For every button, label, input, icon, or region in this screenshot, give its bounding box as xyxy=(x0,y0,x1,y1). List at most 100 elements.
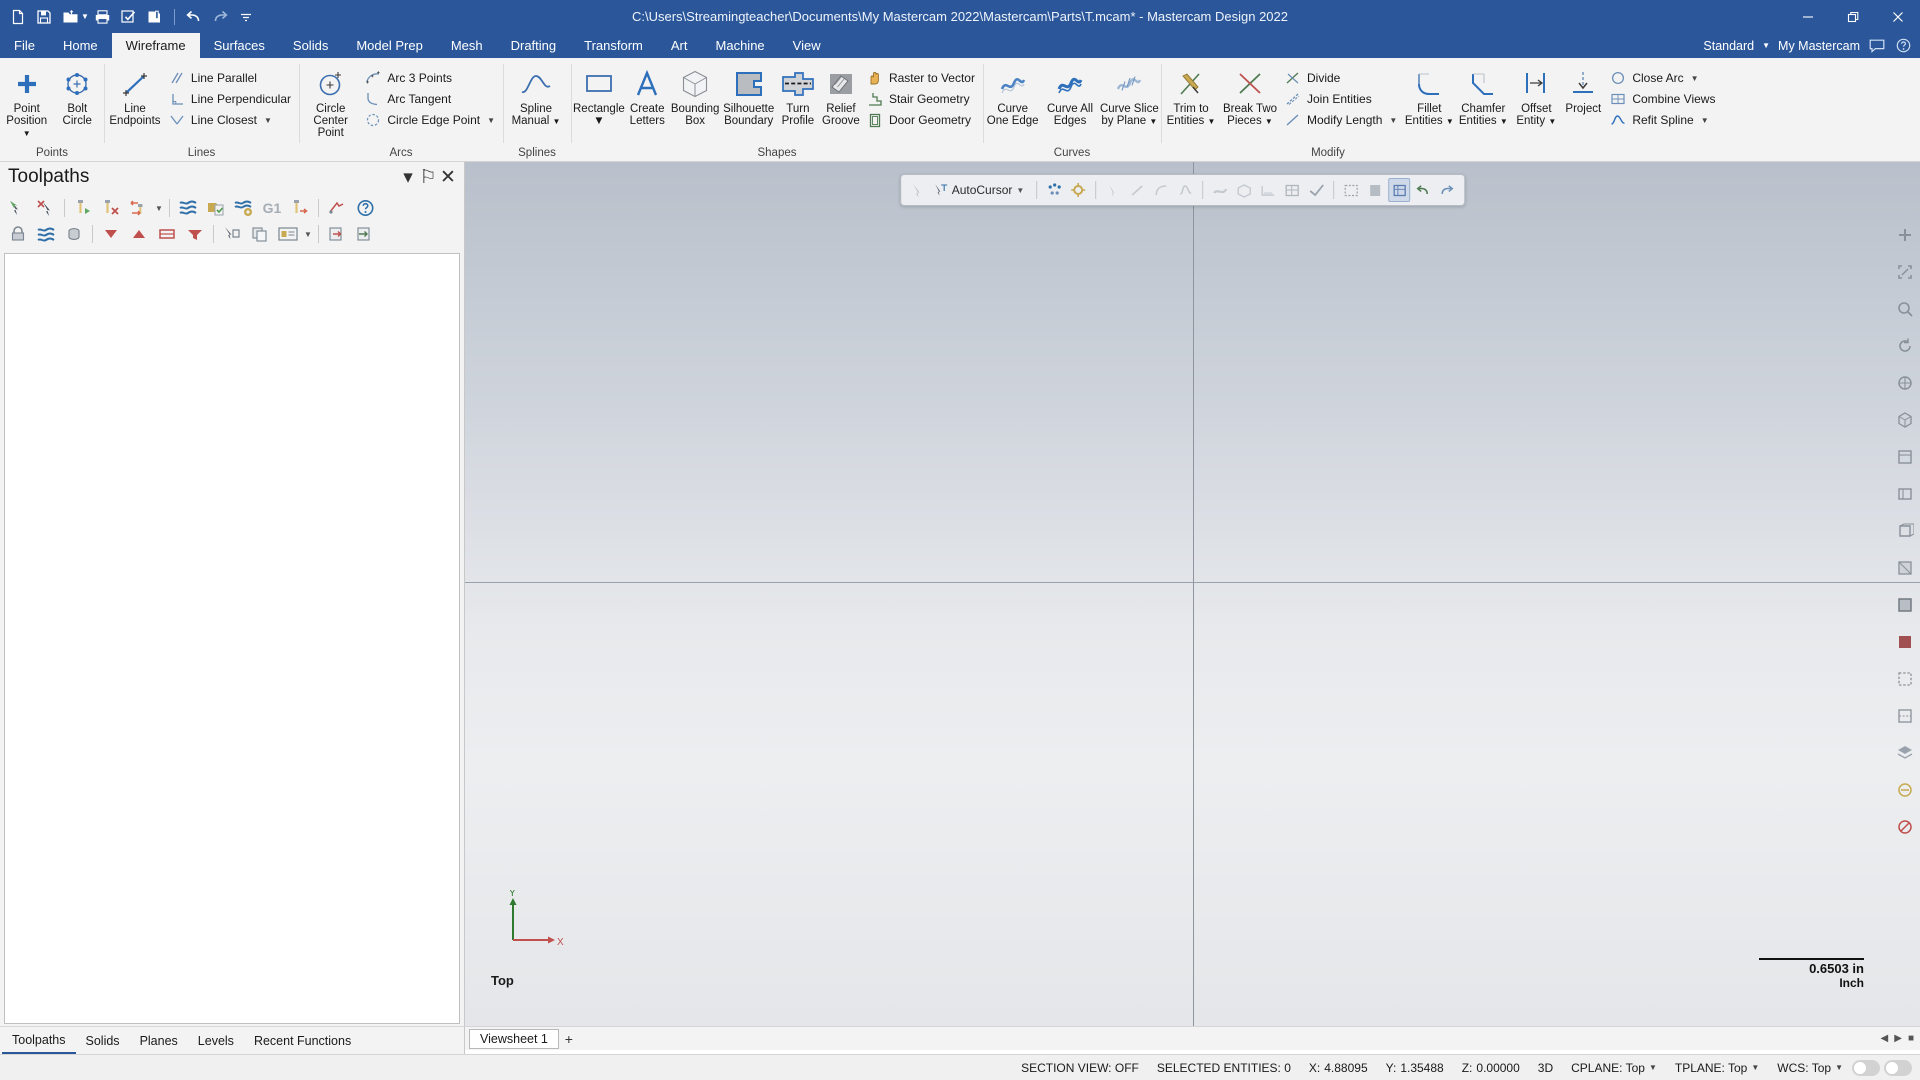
import-toolpath-icon[interactable] xyxy=(323,221,351,247)
zoom-in-icon[interactable] xyxy=(1893,224,1917,246)
rectangle-button[interactable]: Rectangle ▼ xyxy=(573,64,625,136)
levels-icon[interactable] xyxy=(1893,742,1917,764)
toolpaths-tree[interactable] xyxy=(4,253,460,1024)
zip2go-icon[interactable] xyxy=(143,5,167,29)
select-drafting-icon[interactable] xyxy=(1257,178,1279,202)
close-arc-caret-icon[interactable]: ▼ xyxy=(1691,74,1699,83)
circle-center-point-button[interactable]: Circle Center Point xyxy=(301,64,360,139)
unblank-entity-icon[interactable] xyxy=(1893,816,1917,838)
tab-wireframe[interactable]: Wireframe xyxy=(111,33,200,58)
clear-selection-icon[interactable] xyxy=(1436,178,1458,202)
quick-mask-all-icon[interactable] xyxy=(1043,178,1065,202)
line-endpoints-button[interactable]: Line Endpoints xyxy=(106,64,164,136)
cplane-caret-icon[interactable]: ▼ xyxy=(1649,1063,1657,1072)
arc-3-points-button[interactable]: Arc 3 Points xyxy=(361,68,501,88)
combine-views-button[interactable]: Combine Views xyxy=(1606,89,1721,109)
panel-tab-recent-functions[interactable]: Recent Functions xyxy=(244,1027,361,1054)
fit-to-window-icon[interactable] xyxy=(1893,261,1917,283)
rectangle-caret-icon[interactable]: ▼ xyxy=(593,115,604,127)
save-icon[interactable] xyxy=(32,5,56,29)
panel-tab-planes[interactable]: Planes xyxy=(130,1027,188,1054)
top-view-icon[interactable] xyxy=(1893,446,1917,468)
door-geometry-button[interactable]: Door Geometry xyxy=(863,110,981,130)
pan-icon[interactable] xyxy=(1893,372,1917,394)
line-closest-button[interactable]: Line Closest ▼ xyxy=(165,110,297,130)
tab-machine[interactable]: Machine xyxy=(702,33,779,58)
modify-length-button[interactable]: Modify Length ▼ xyxy=(1281,110,1403,130)
regenerate-dirty-icon[interactable] xyxy=(125,195,153,221)
viewsheet-next-icon[interactable]: ▶ xyxy=(1894,1033,1902,1044)
select-entity-icon[interactable] xyxy=(907,178,929,202)
move-to-folder-icon[interactable] xyxy=(218,221,246,247)
graphics-view[interactable]: AutoCursor ▼ Y X Top 0.6503 in Inch xyxy=(465,162,1920,1026)
tplane-caret-icon[interactable]: ▼ xyxy=(1751,1063,1759,1072)
comment-icon[interactable] xyxy=(1868,37,1886,55)
restore-button[interactable] xyxy=(1830,0,1875,33)
arc-tangent-button[interactable]: Arc Tangent xyxy=(361,89,501,109)
open-caret-icon[interactable]: ▼ xyxy=(81,12,89,21)
tab-model-prep[interactable]: Model Prep xyxy=(342,33,436,58)
status-cplane[interactable]: CPLANE: Top ▼ xyxy=(1562,1061,1666,1075)
config-caret-icon[interactable]: ▼ xyxy=(1762,41,1770,50)
wireframe-display-icon[interactable] xyxy=(1340,178,1362,202)
panel-menu-icon[interactable]: ▾ xyxy=(398,167,418,188)
filter-options-icon[interactable] xyxy=(181,221,209,247)
undo-icon[interactable] xyxy=(182,5,206,29)
chamfer-entities-button[interactable]: Chamfer Entities ▼ xyxy=(1455,64,1511,136)
bolt-circle-button[interactable]: Bolt Circle xyxy=(53,64,103,136)
tab-art[interactable]: Art xyxy=(657,33,702,58)
translucency-icon[interactable] xyxy=(1893,668,1917,690)
analyze-entity-icon[interactable] xyxy=(1388,178,1411,202)
select-only-mask-icon[interactable] xyxy=(1305,178,1327,202)
tab-transform[interactable]: Transform xyxy=(570,33,657,58)
undo-selection-icon[interactable] xyxy=(1412,178,1434,202)
new-file-icon[interactable] xyxy=(6,5,30,29)
turn-profile-button[interactable]: Turn Profile xyxy=(777,64,819,136)
panel-close-icon[interactable]: ✕ xyxy=(438,167,458,188)
autocursor-control[interactable]: AutoCursor ▼ xyxy=(931,183,1031,197)
front-view-icon[interactable] xyxy=(1893,483,1917,505)
tab-home[interactable]: Home xyxy=(49,33,112,58)
shaded-with-edges-icon[interactable] xyxy=(1893,594,1917,616)
status-dimension-mode[interactable]: 3D xyxy=(1529,1061,1562,1075)
verify-toolpath-icon[interactable] xyxy=(202,195,230,221)
right-view-icon[interactable] xyxy=(1893,520,1917,542)
regenerate-options-caret-icon[interactable]: ▼ xyxy=(153,195,165,221)
filter-up-icon[interactable] xyxy=(125,221,153,247)
filter-list-icon[interactable] xyxy=(153,221,181,247)
shaded-display-icon[interactable] xyxy=(1364,178,1386,202)
refit-spline-button[interactable]: Refit Spline ▼ xyxy=(1606,110,1721,130)
bounding-box-button[interactable]: Bounding Box xyxy=(670,64,721,136)
project-button[interactable]: Project xyxy=(1561,64,1605,136)
create-letters-button[interactable]: Create Letters xyxy=(626,64,669,136)
simulate-toolpath-icon[interactable] xyxy=(174,195,202,221)
refit-spline-caret-icon[interactable]: ▼ xyxy=(1701,116,1709,125)
raster-to-vector-button[interactable]: Raster to Vector xyxy=(863,68,981,88)
join-entities-button[interactable]: Join Entities xyxy=(1281,89,1403,109)
line-closest-caret-icon[interactable]: ▼ xyxy=(264,116,272,125)
curve-one-edge-button[interactable]: Curve One Edge xyxy=(985,64,1040,136)
toolpath-group-caret-icon[interactable]: ▼ xyxy=(302,221,314,247)
close-arc-button[interactable]: Close Arc ▼ xyxy=(1606,68,1721,88)
curve-all-edges-button[interactable]: Curve All Edges xyxy=(1041,64,1098,136)
help-icon[interactable] xyxy=(1894,37,1912,55)
modify-length-caret-icon[interactable]: ▼ xyxy=(1389,116,1397,125)
relief-groove-button[interactable]: Relief Groove xyxy=(820,64,862,136)
select-lines-icon[interactable] xyxy=(1126,178,1148,202)
divide-button[interactable]: Divide xyxy=(1281,68,1403,88)
status-selected-entities[interactable]: SELECTED ENTITIES: 0 xyxy=(1148,1061,1300,1075)
select-surfaces-icon[interactable] xyxy=(1209,178,1231,202)
offset-entity-button[interactable]: Offset Entity ▼ xyxy=(1512,64,1560,136)
line-perpendicular-button[interactable]: Line Perpendicular xyxy=(165,89,297,109)
toolpath-group-icon[interactable] xyxy=(274,221,302,247)
select-all-mask-icon[interactable] xyxy=(1281,178,1303,202)
viewsheet-tab-1[interactable]: Viewsheet 1 xyxy=(469,1028,559,1049)
fillet-entities-button[interactable]: Fillet Entities ▼ xyxy=(1404,64,1454,136)
viewsheet-stop-icon[interactable]: ■ xyxy=(1908,1033,1914,1044)
print-preview-icon[interactable] xyxy=(117,5,141,29)
select-solids-icon[interactable] xyxy=(1233,178,1255,202)
help-icon[interactable] xyxy=(351,195,379,221)
viewsheet-prev-icon[interactable]: ◀ xyxy=(1881,1033,1889,1044)
tab-view[interactable]: View xyxy=(779,33,835,58)
regenerate-invalid-icon[interactable] xyxy=(97,195,125,221)
